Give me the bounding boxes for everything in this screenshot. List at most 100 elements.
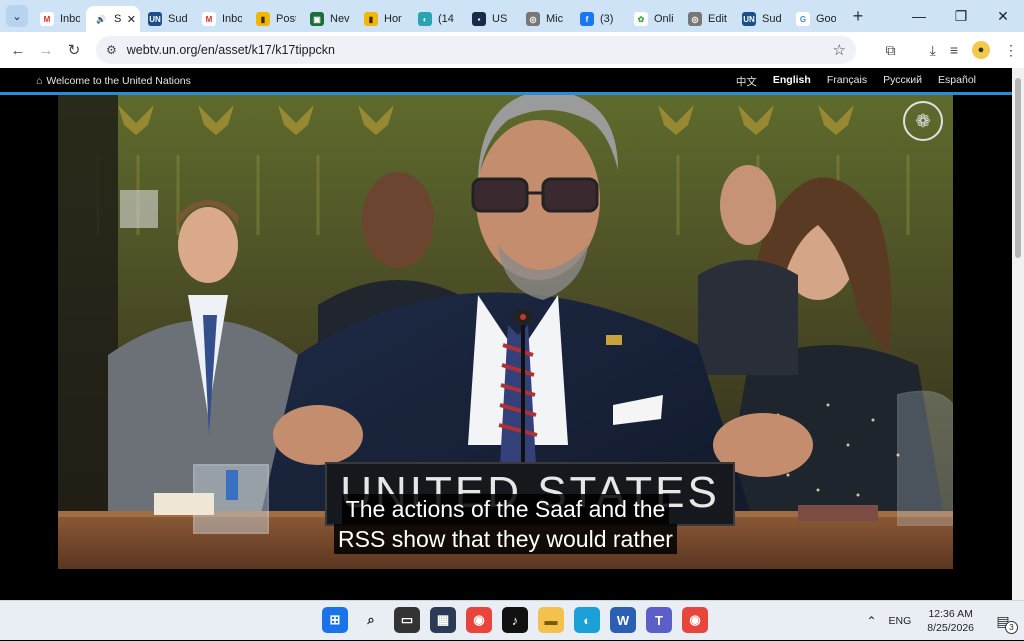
tab-title: Sud xyxy=(168,13,188,25)
tab-title: US xyxy=(492,13,508,25)
clock-time: 12:36 AM xyxy=(928,608,973,620)
tab-favicon-icon: ◎ xyxy=(688,12,702,26)
tab-favicon-icon: M xyxy=(202,12,216,26)
tab-favicon-icon: f xyxy=(580,12,594,26)
taskbar-apps: ⊞ ⌕ ▭ ▦ ◉ ♪ ▬ ◐ W T ◉ xyxy=(322,607,708,633)
media-control-icon[interactable]: ≡ xyxy=(950,42,958,58)
browser-tab[interactable]: 🔊 S ✕ xyxy=(86,6,140,32)
chrome-active-icon[interactable]: ◉ xyxy=(682,607,708,633)
browser-tab[interactable]: f (3) xyxy=(572,6,626,32)
browser-tab[interactable]: ✿ Onli xyxy=(626,6,680,32)
close-window-button[interactable]: ✕ xyxy=(982,0,1024,32)
tab-title: Hor xyxy=(384,13,402,25)
profile-avatar[interactable]: ● xyxy=(972,41,990,59)
language-link[interactable]: 中文 xyxy=(736,74,757,89)
welcome-text: Welcome to the United Nations xyxy=(46,75,191,87)
reload-button[interactable]: ↻ xyxy=(60,41,88,59)
tab-favicon-icon: ▣ xyxy=(310,12,324,26)
tab-title: Sud xyxy=(762,13,782,25)
tab-favicon-icon: UN xyxy=(148,12,162,26)
chrome-icon[interactable]: ◉ xyxy=(466,607,492,633)
widgets-icon[interactable]: ▦ xyxy=(430,607,456,633)
tab-favicon-icon: ◎ xyxy=(526,12,540,26)
browser-tab[interactable]: ▣ Nev xyxy=(302,6,356,32)
scrollbar-thumb[interactable] xyxy=(1015,78,1021,258)
minimize-button[interactable]: — xyxy=(898,0,940,32)
address-bar[interactable]: ⚙ webtv.un.org/en/asset/k17/k17tippckn ☆ xyxy=(96,36,856,64)
edge-icon[interactable]: ◐ xyxy=(574,607,600,633)
restore-button[interactable]: ❐ xyxy=(940,0,982,32)
notification-icon[interactable]: ▤ 3 xyxy=(992,610,1018,634)
browser-tab[interactable]: ▮ Post xyxy=(248,6,302,32)
download-icon[interactable]: ⤓ xyxy=(930,42,936,59)
tab-search-button[interactable]: ⌄ xyxy=(6,5,28,27)
tab-favicon-icon: ▮ xyxy=(256,12,270,26)
tiktok-icon[interactable]: ♪ xyxy=(502,607,528,633)
welcome-link[interactable]: ⌂ Welcome to the United Nations xyxy=(36,75,191,87)
tab-title: Inbo xyxy=(222,13,242,25)
bookmark-star-icon[interactable]: ☆ xyxy=(833,41,846,59)
tab-title: Inbo xyxy=(60,13,80,25)
browser-tab[interactable]: G Goo xyxy=(788,6,842,32)
browser-tab[interactable]: UN Sud xyxy=(140,6,194,32)
caption-line-1-wrap: The actions of the Saaf and the xyxy=(58,494,953,524)
notification-count: 3 xyxy=(1005,621,1018,634)
forward-button[interactable]: → xyxy=(32,42,60,59)
language-link[interactable]: Français xyxy=(827,74,867,89)
browser-tab[interactable]: ◎ Mic xyxy=(518,6,572,32)
tab-favicon-icon: 🔊 xyxy=(94,12,108,26)
system-tray: ⌃ ENG 12:36 AM 8/25/2026 ▤ 3 xyxy=(866,601,1024,641)
task-view-icon[interactable]: ▭ xyxy=(394,607,420,633)
clock-date: 8/25/2026 xyxy=(927,622,974,634)
tab-title: (14 xyxy=(438,13,454,25)
browser-tab[interactable]: M Inbo xyxy=(32,6,86,32)
tab-title: Nev xyxy=(330,13,350,25)
new-tab-button[interactable]: + xyxy=(846,6,870,27)
un-emblem-icon: ❁ xyxy=(903,101,943,141)
extensions-icon[interactable]: ⧉ xyxy=(886,42,896,59)
browser-toolbar: ← → ↻ ⚙ webtv.un.org/en/asset/k17/k17tip… xyxy=(0,32,1024,68)
back-button[interactable]: ← xyxy=(4,42,32,59)
language-link[interactable]: Español xyxy=(938,74,976,89)
tab-favicon-icon: ▪ xyxy=(472,12,486,26)
video-player[interactable]: UNITED STATES ❁ The actions of the Saaf … xyxy=(58,95,953,569)
tab-title: Post xyxy=(276,13,296,25)
file-explorer-icon[interactable]: ▬ xyxy=(538,607,564,633)
tab-favicon-icon: ▮ xyxy=(364,12,378,26)
site-info-icon[interactable]: ⚙ xyxy=(106,43,117,57)
clock[interactable]: 12:36 AM 8/25/2026 xyxy=(927,607,974,635)
browser-tab[interactable]: ◐ (14 xyxy=(410,6,464,32)
caption-line-1: The actions of the Saaf and the xyxy=(341,494,670,524)
tab-favicon-icon: ✿ xyxy=(634,12,648,26)
windows-taskbar: ⊞ ⌕ ▭ ▦ ◉ ♪ ▬ ◐ W T ◉ ⌃ ENG 12:36 AM 8/2… xyxy=(0,600,1024,640)
caption-line-2-wrap: RSS show that they would rather xyxy=(58,524,953,554)
toolbar-actions: ⧉ ⤓ ≡ ● ⋮ xyxy=(886,32,1018,68)
start-icon[interactable]: ⊞ xyxy=(322,607,348,633)
tab-favicon-icon: ◐ xyxy=(418,12,432,26)
caption-line-2: RSS show that they would rather xyxy=(334,524,677,554)
tray-chevron-icon[interactable]: ⌃ xyxy=(866,614,876,628)
page-scrollbar[interactable] xyxy=(1012,68,1024,600)
language-link[interactable]: English xyxy=(773,74,811,89)
tab-favicon-icon: G xyxy=(796,12,810,26)
browser-tab[interactable]: UN Sud xyxy=(734,6,788,32)
tab-title: Mic xyxy=(546,13,564,25)
language-link[interactable]: Русский xyxy=(883,74,922,89)
teams-icon[interactable]: T xyxy=(646,607,672,633)
browser-tab[interactable]: ▮ Hor xyxy=(356,6,410,32)
tab-title: Goo xyxy=(816,13,836,25)
url-text: webtv.un.org/en/asset/k17/k17tippckn xyxy=(126,43,335,57)
search-icon[interactable]: ⌕ xyxy=(358,607,384,633)
browser-tab[interactable]: M Inbo xyxy=(194,6,248,32)
input-language[interactable]: ENG xyxy=(889,615,912,627)
un-top-banner: ⌂ Welcome to the United Nations 中文 Englis… xyxy=(0,70,1012,92)
browser-tab[interactable]: ◎ Edit xyxy=(680,6,734,32)
menu-kebab-icon[interactable]: ⋮ xyxy=(1004,42,1018,59)
home-icon: ⌂ xyxy=(36,75,43,87)
close-tab-icon[interactable]: ✕ xyxy=(127,13,136,26)
word-icon[interactable]: W xyxy=(610,607,636,633)
tab-title: Onli xyxy=(654,13,674,25)
browser-tab[interactable]: ▪ US xyxy=(464,6,518,32)
tab-list: M Inbo 🔊 S ✕ UN Sud M Inbo ▮ Post ▣ Nev ▮ Hor ◐ (14 ▪ US ◎ M… xyxy=(32,0,842,32)
window-controls: — ❐ ✕ xyxy=(898,0,1024,32)
